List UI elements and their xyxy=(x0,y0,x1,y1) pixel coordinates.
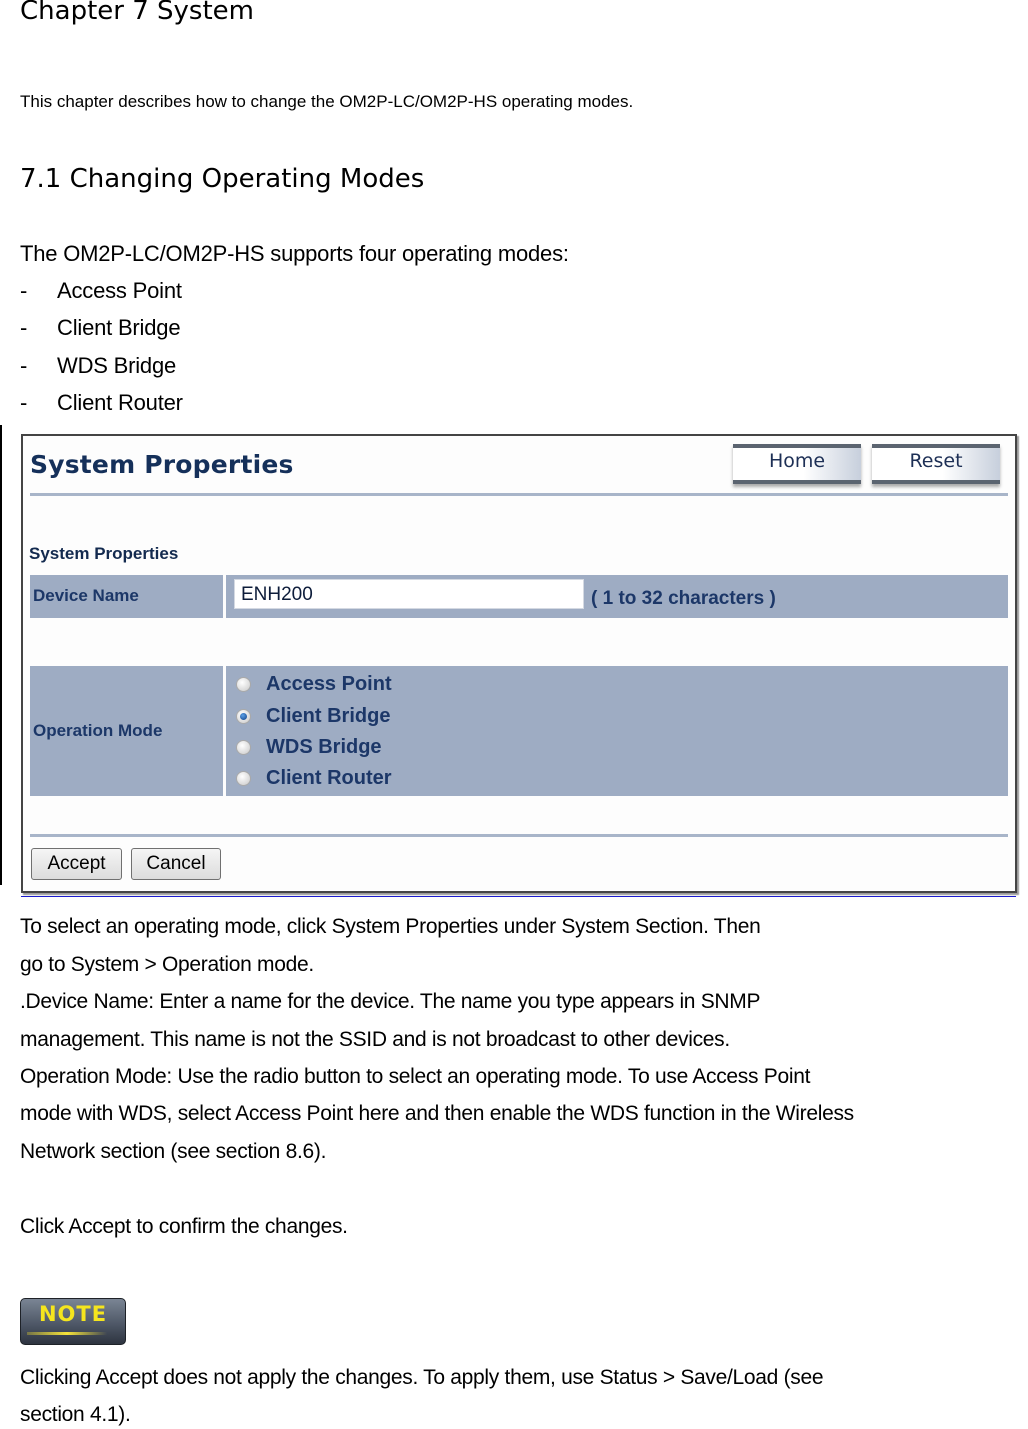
body-line: Network section (see section 8.6). xyxy=(20,1140,327,1163)
bullet-dash: - xyxy=(20,390,28,415)
device-name-value-cell: ENH200 ( 1 to 32 characters ) xyxy=(226,575,1008,618)
note-line: section 4.1). xyxy=(20,1403,131,1426)
operation-mode-label: Operation Mode xyxy=(33,721,163,740)
mode-list-item: - Access Point xyxy=(20,278,182,304)
body-line: management. This name is not the SSID an… xyxy=(20,1028,730,1051)
mode-list-item-label: WDS Bridge xyxy=(57,353,177,378)
reset-button[interactable]: Reset xyxy=(872,444,1000,484)
device-name-label: Device Name xyxy=(33,586,139,605)
bullet-dash: - xyxy=(20,315,28,340)
cancel-button[interactable]: Cancel xyxy=(131,848,221,880)
radio-wds-bridge[interactable]: WDS Bridge xyxy=(236,732,382,763)
device-name-hint: ( 1 to 32 characters ) xyxy=(591,588,776,609)
supports-line: The OM2P-LC/OM2P-HS supports four operat… xyxy=(20,241,569,266)
body-line: .Device Name: Enter a name for the devic… xyxy=(20,990,761,1013)
body-line: Operation Mode: Use the radio button to … xyxy=(20,1065,811,1088)
device-name-input[interactable]: ENH200 xyxy=(234,579,584,609)
radio-client-router[interactable]: Client Router xyxy=(236,763,392,794)
confirm-line: Click Accept to confirm the changes. xyxy=(20,1215,348,1238)
mode-list-item: - WDS Bridge xyxy=(20,353,176,379)
radio-label: Access Point xyxy=(266,673,392,695)
body-line: mode with WDS, select Access Point here … xyxy=(20,1102,854,1125)
section-label: System Properties xyxy=(29,544,179,563)
radio-label: Client Bridge xyxy=(266,705,391,727)
bullet-dash: - xyxy=(20,278,28,303)
home-button[interactable]: Home xyxy=(733,444,861,484)
mode-list-item-label: Client Bridge xyxy=(57,315,181,340)
mode-list-item: - Client Router xyxy=(20,390,183,416)
chapter-intro: This chapter describes how to change the… xyxy=(20,92,634,111)
radio-label: Client Router xyxy=(266,767,392,789)
operation-mode-label-cell: Operation Mode xyxy=(30,666,223,796)
device-name-label-cell: Device Name xyxy=(30,575,223,618)
page-title: System Properties xyxy=(30,450,294,479)
screenshot-underline xyxy=(21,896,1016,897)
section-title: 7.1 Changing Operating Modes xyxy=(20,164,425,194)
margin-change-bar xyxy=(0,425,2,885)
chapter-title: Chapter 7 System xyxy=(20,0,254,26)
accept-button[interactable]: Accept xyxy=(31,848,122,880)
note-line: Clicking Accept does not apply the chang… xyxy=(20,1366,824,1389)
radio-unchecked-icon[interactable] xyxy=(236,771,251,786)
mode-list-item: - Client Bridge xyxy=(20,315,181,341)
note-badge-label: NOTE xyxy=(38,1302,108,1326)
body-line: go to System > Operation mode. xyxy=(20,953,314,976)
note-glow xyxy=(27,1332,107,1335)
radio-access-point[interactable]: Access Point xyxy=(236,669,392,700)
body-line: To select an operating mode, click Syste… xyxy=(20,915,761,938)
operation-mode-options-cell: Access Point Client Bridge WDS Bridge Cl… xyxy=(226,666,1008,796)
radio-unchecked-icon[interactable] xyxy=(236,740,251,755)
system-properties-screenshot: System Properties Home Reset System Prop… xyxy=(21,434,1017,893)
radio-unchecked-icon[interactable] xyxy=(236,677,251,692)
header-divider xyxy=(30,493,1008,496)
radio-client-bridge[interactable]: Client Bridge xyxy=(236,701,390,732)
radio-checked-icon[interactable] xyxy=(236,709,251,724)
note-icon: NOTE xyxy=(20,1298,126,1345)
bullet-dash: - xyxy=(20,353,28,378)
mode-list-item-label: Access Point xyxy=(57,278,182,303)
mode-list-item-label: Client Router xyxy=(57,390,183,415)
radio-label: WDS Bridge xyxy=(266,736,382,758)
footer-divider xyxy=(30,834,1008,837)
